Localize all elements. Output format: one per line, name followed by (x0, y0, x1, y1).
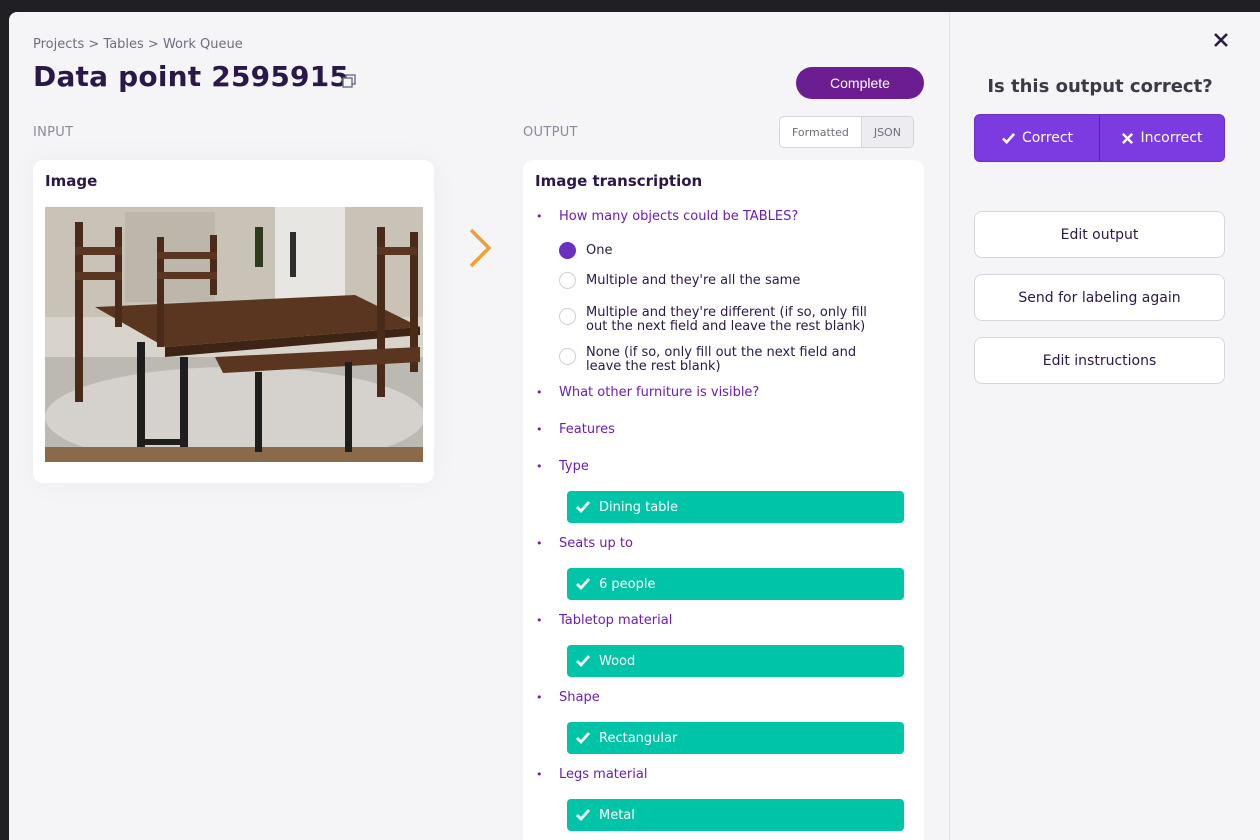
answer-value: Wood (599, 653, 636, 669)
view-toggle: Formatted JSON (779, 116, 914, 148)
output-card-heading: Image transcription (535, 172, 703, 190)
output-section-label: OUTPUT (523, 125, 578, 140)
field-label-shape: Shape (559, 690, 600, 705)
question-features: Features (559, 422, 615, 437)
check-icon (1001, 132, 1015, 144)
radio-unselected[interactable] (559, 272, 576, 289)
radio-label: Multiple and they're all the same (586, 273, 801, 288)
close-icon[interactable] (1213, 32, 1229, 48)
answer-value: Dining table (599, 499, 679, 515)
bullet: • (536, 386, 543, 399)
question-tables-count: How many objects could be TABLES? (559, 209, 799, 224)
answer-type[interactable]: Dining table (567, 491, 904, 523)
question-other-furniture: What other furniture is visible? (559, 385, 760, 400)
field-label-seats: Seats up to (559, 536, 633, 551)
x-icon (1122, 132, 1134, 144)
answer-value: 6 people (599, 576, 656, 592)
formatted-toggle[interactable]: Formatted (780, 117, 861, 147)
radio-label: None (if so, only fill out the next fiel… (586, 345, 857, 374)
bullet: • (536, 210, 543, 223)
edit-output-button[interactable]: Edit output (974, 211, 1225, 258)
bullet: • (536, 614, 543, 627)
json-toggle[interactable]: JSON (860, 117, 913, 147)
answer-legs[interactable]: Metal (567, 799, 904, 831)
main-panel: Projects > Tables > Work Queue Data poin… (9, 12, 949, 840)
radio-label: One (586, 243, 613, 258)
input-section-label: INPUT (33, 125, 74, 140)
input-card: Image (33, 160, 434, 483)
copy-icon[interactable] (342, 74, 356, 88)
radio-option-none[interactable]: None (if so, only fill out the next fiel… (559, 346, 886, 374)
bullet: • (536, 460, 543, 473)
background-page (0, 0, 9, 840)
data-point-modal: Projects > Tables > Work Queue Data poin… (9, 12, 1260, 840)
bullet: • (536, 537, 543, 550)
answer-value: Rectangular (599, 730, 678, 746)
field-label-tabletop: Tabletop material (559, 613, 673, 628)
complete-button[interactable]: Complete (796, 67, 924, 99)
chevron-right-icon (469, 228, 492, 268)
answer-shape[interactable]: Rectangular (567, 722, 904, 754)
edit-instructions-button[interactable]: Edit instructions (974, 337, 1225, 384)
dining-table-photo (45, 207, 423, 462)
input-card-heading: Image (45, 172, 98, 190)
radio-option-different[interactable]: Multiple and they're different (if so, o… (559, 306, 886, 334)
check-icon (576, 732, 591, 745)
check-icon (576, 501, 591, 514)
check-icon (576, 655, 591, 668)
output-card: Image transcription • How many objects c… (523, 160, 924, 840)
field-label-type: Type (559, 459, 589, 474)
bullet: • (536, 691, 543, 704)
send-for-labeling-button[interactable]: Send for labeling again (974, 274, 1225, 321)
check-icon (576, 578, 591, 591)
answer-seats[interactable]: 6 people (567, 568, 904, 600)
review-question: Is this output correct? (987, 76, 1213, 97)
bullet: • (536, 423, 543, 436)
radio-selected[interactable] (559, 242, 576, 259)
radio-option-one[interactable]: One (559, 242, 886, 259)
radio-label: Multiple and they're different (if so, o… (586, 305, 867, 334)
page-title: Data point 2595915 (33, 60, 350, 93)
radio-option-all-same[interactable]: Multiple and they're all the same (559, 272, 886, 289)
radio-unselected[interactable] (559, 308, 576, 325)
incorrect-label: Incorrect (1140, 130, 1203, 146)
breadcrumb[interactable]: Projects > Tables > Work Queue (33, 37, 243, 52)
incorrect-button[interactable]: Incorrect (1099, 115, 1224, 161)
radio-unselected[interactable] (559, 348, 576, 365)
field-label-legs: Legs material (559, 767, 648, 782)
bullet: • (536, 768, 543, 781)
correct-button[interactable]: Correct (975, 115, 1099, 161)
review-sidebar: Is this output correct? Correct Incorrec… (949, 12, 1260, 840)
correct-label: Correct (1021, 130, 1074, 146)
verdict-toggle: Correct Incorrect (974, 114, 1225, 162)
check-icon (576, 809, 591, 822)
answer-tabletop[interactable]: Wood (567, 645, 904, 677)
answer-value: Metal (599, 807, 635, 823)
